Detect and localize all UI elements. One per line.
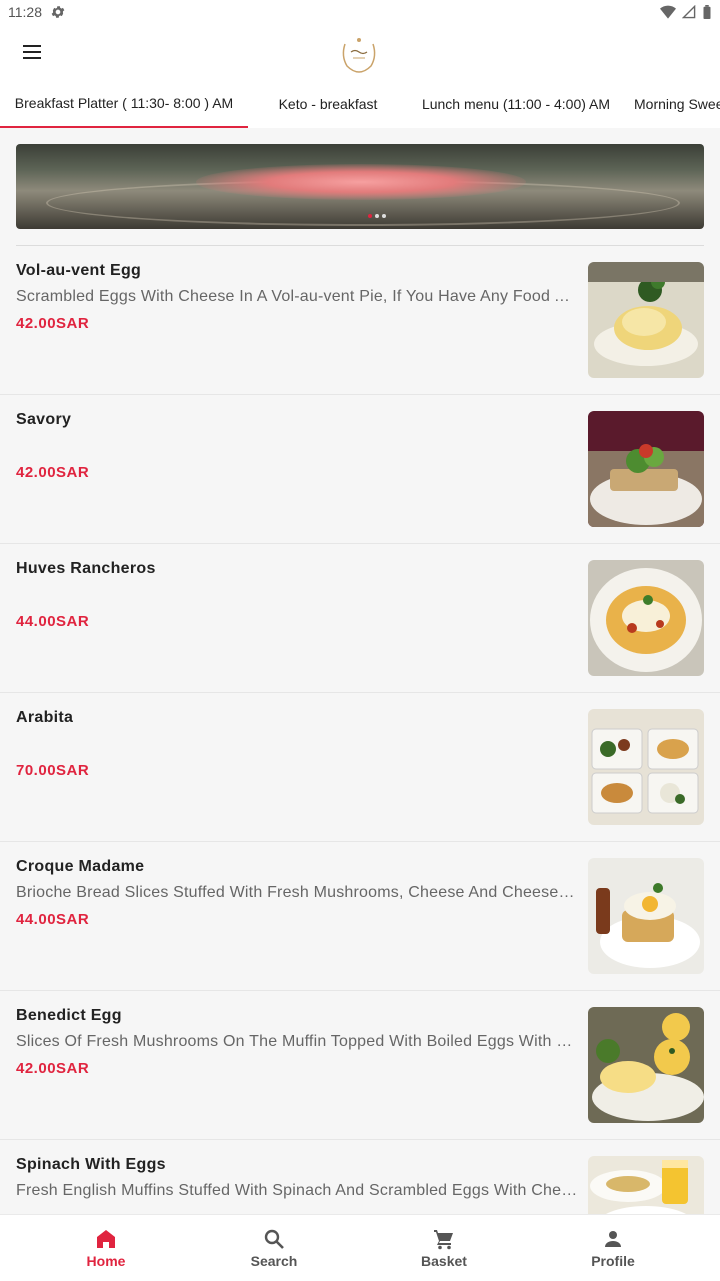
item-price: 44.00SAR — [16, 613, 90, 630]
item-name: Vol-au-vent Egg — [16, 262, 142, 279]
item-thumbnail-image — [588, 858, 704, 974]
item-price: 70.00SAR — [16, 762, 90, 779]
carousel-indicator — [368, 214, 386, 218]
status-bar: 11:28 — [0, 0, 720, 24]
item-name: Huves Rancheros — [16, 560, 156, 577]
app-bar — [0, 24, 720, 80]
item-description: Fresh English Muffins Stuffed With Spina… — [16, 1182, 578, 1199]
wifi-icon — [660, 5, 676, 19]
tab-breakfast-platter[interactable]: Breakfast Platter ( 11:30- 8:00 ) AM — [0, 80, 248, 128]
cell-signal-icon — [682, 5, 696, 19]
nav-label: Profile — [591, 1253, 635, 1269]
item-thumbnail-image — [588, 1007, 704, 1123]
menu-content: Vol-au-vent Egg Scrambled Eggs With Chee… — [0, 128, 720, 1214]
tab-label: Breakfast Platter ( 11:30- 8:00 ) AM — [14, 95, 234, 111]
item-price: 44.00SAR — [16, 911, 90, 928]
carousel-dot — [375, 214, 379, 218]
search-icon — [264, 1229, 284, 1249]
item-description: Brioche Bread Slices Stuffed With Fresh … — [16, 884, 578, 901]
promo-banner-carousel[interactable] — [16, 144, 704, 229]
settings-gear-icon — [51, 6, 65, 18]
carousel-dot — [382, 214, 386, 218]
item-thumbnail-image — [588, 411, 704, 527]
menu-item[interactable]: Huves Rancheros 44.00SAR — [0, 544, 720, 693]
item-name: Croque Madame — [16, 858, 145, 875]
tab-morning-sweet[interactable]: Morning Sweet — [634, 80, 720, 128]
nav-label: Home — [86, 1253, 126, 1269]
item-price: 42.00SAR — [16, 464, 90, 481]
nav-basket[interactable]: Basket — [384, 1215, 504, 1281]
item-thumbnail-image — [588, 709, 704, 825]
item-description: Slices Of Fresh Mushrooms On The Muffin … — [16, 1033, 578, 1050]
menu-item[interactable]: Vol-au-vent Egg Scrambled Eggs With Chee… — [0, 246, 720, 395]
status-time: 11:28 — [8, 4, 42, 20]
restaurant-logo — [337, 32, 381, 76]
item-name: Benedict Egg — [16, 1007, 122, 1024]
item-thumbnail-image — [588, 560, 704, 676]
item-price: 42.00SAR — [16, 1060, 90, 1077]
person-icon — [605, 1231, 621, 1247]
item-name: Savory — [16, 411, 72, 428]
battery-icon — [703, 5, 711, 19]
tab-label: Keto - breakfast — [278, 96, 378, 112]
bottom-navigation: Home Search Basket Profile — [0, 1214, 720, 1281]
menu-item[interactable]: Croque Madame Brioche Bread Slices Stuff… — [0, 842, 720, 991]
tab-lunch-menu[interactable]: Lunch menu (11:00 - 4:00) AM — [408, 80, 624, 128]
nav-label: Basket — [421, 1253, 467, 1269]
item-thumbnail-image — [588, 262, 704, 378]
carousel-dot-active — [368, 214, 372, 218]
tab-keto-breakfast[interactable]: Keto - breakfast — [248, 80, 408, 128]
item-name: Arabita — [16, 709, 74, 726]
tab-label: Morning Sweet — [634, 96, 720, 112]
menu-item[interactable]: Savory 42.00SAR — [0, 395, 720, 544]
nav-search[interactable]: Search — [214, 1215, 334, 1281]
nav-label: Search — [250, 1253, 298, 1269]
item-name: Spinach With Eggs — [16, 1156, 166, 1173]
hamburger-menu-icon[interactable] — [20, 40, 44, 64]
menu-item[interactable]: Benedict Egg Slices Of Fresh Mushrooms O… — [0, 991, 720, 1140]
nav-home[interactable]: Home — [46, 1215, 166, 1281]
banner-image-glow — [196, 164, 526, 200]
category-tabs: Breakfast Platter ( 11:30- 8:00 ) AM Ket… — [0, 80, 720, 128]
nav-profile[interactable]: Profile — [553, 1215, 673, 1281]
menu-item[interactable]: Arabita 70.00SAR — [0, 693, 720, 842]
home-icon — [97, 1230, 115, 1248]
item-thumbnail-image — [588, 1156, 704, 1214]
item-description: Scrambled Eggs With Cheese In A Vol-au-v… — [16, 288, 578, 305]
shopping-cart-icon — [434, 1230, 453, 1250]
item-price: 42.00SAR — [16, 315, 90, 332]
tab-label: Lunch menu (11:00 - 4:00) AM — [421, 96, 611, 112]
menu-item[interactable]: Spinach With Eggs Fresh English Muffins … — [0, 1140, 720, 1214]
